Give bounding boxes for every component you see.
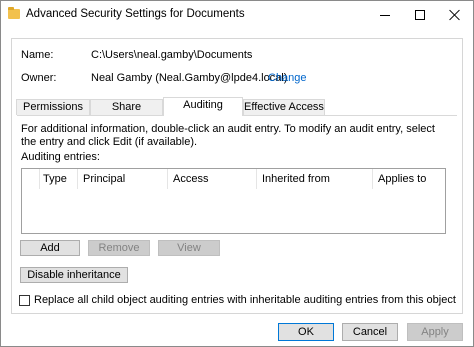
owner-value: Neal Gamby (Neal.Gamby@lpde4.local): [91, 72, 288, 84]
column-separator: [39, 169, 40, 189]
maximize-button[interactable]: [402, 1, 438, 29]
auditing-entries-list[interactable]: Type Principal Access Inherited from App…: [21, 168, 446, 234]
owner-label: Owner:: [21, 72, 57, 84]
advanced-security-window: Advanced Security Settings for Documents…: [0, 0, 474, 347]
auditing-entries-label: Auditing entries:: [21, 151, 100, 163]
folder-icon: [8, 7, 20, 19]
close-button[interactable]: [437, 1, 473, 29]
tab-permissions[interactable]: Permissions: [16, 99, 90, 115]
maximize-icon: [415, 10, 425, 20]
content-panel: Name: C:\Users\neal.gamby\Documents Owne…: [11, 38, 463, 314]
remove-button[interactable]: Remove: [88, 240, 150, 256]
column-separator: [372, 169, 373, 189]
window-title: Advanced Security Settings for Documents: [26, 8, 245, 20]
minimize-button[interactable]: [367, 1, 403, 29]
column-header-applies-to[interactable]: Applies to: [378, 173, 426, 185]
column-header-inherited-from[interactable]: Inherited from: [262, 173, 330, 185]
minimize-icon: [380, 14, 390, 16]
ok-button[interactable]: OK: [278, 323, 334, 341]
cancel-button[interactable]: Cancel: [342, 323, 398, 341]
add-button[interactable]: Add: [20, 240, 80, 256]
tab-share[interactable]: Share: [90, 99, 163, 115]
disable-inheritance-button[interactable]: Disable inheritance: [20, 267, 128, 283]
tab-auditing[interactable]: Auditing: [163, 97, 243, 116]
column-header-access[interactable]: Access: [173, 173, 208, 185]
column-separator: [256, 169, 257, 189]
close-icon: [449, 9, 461, 21]
column-separator: [167, 169, 168, 189]
title-bar[interactable]: Advanced Security Settings for Documents: [1, 1, 473, 29]
tab-effective-access[interactable]: Effective Access: [243, 99, 325, 115]
view-button[interactable]: View: [158, 240, 220, 256]
column-separator: [77, 169, 78, 189]
name-value: C:\Users\neal.gamby\Documents: [91, 49, 253, 61]
name-label: Name:: [21, 49, 54, 61]
apply-button[interactable]: Apply: [407, 323, 463, 341]
replace-child-entries-checkbox[interactable]: [19, 294, 30, 306]
replace-child-entries-row[interactable]: Replace all child object auditing entrie…: [19, 294, 456, 306]
column-header-type[interactable]: Type: [43, 173, 67, 185]
auditing-description: For additional information, double-click…: [21, 123, 435, 148]
replace-child-entries-label: Replace all child object auditing entrie…: [34, 294, 456, 306]
column-header-principal[interactable]: Principal: [83, 173, 125, 185]
change-owner-link[interactable]: Change: [268, 72, 307, 84]
